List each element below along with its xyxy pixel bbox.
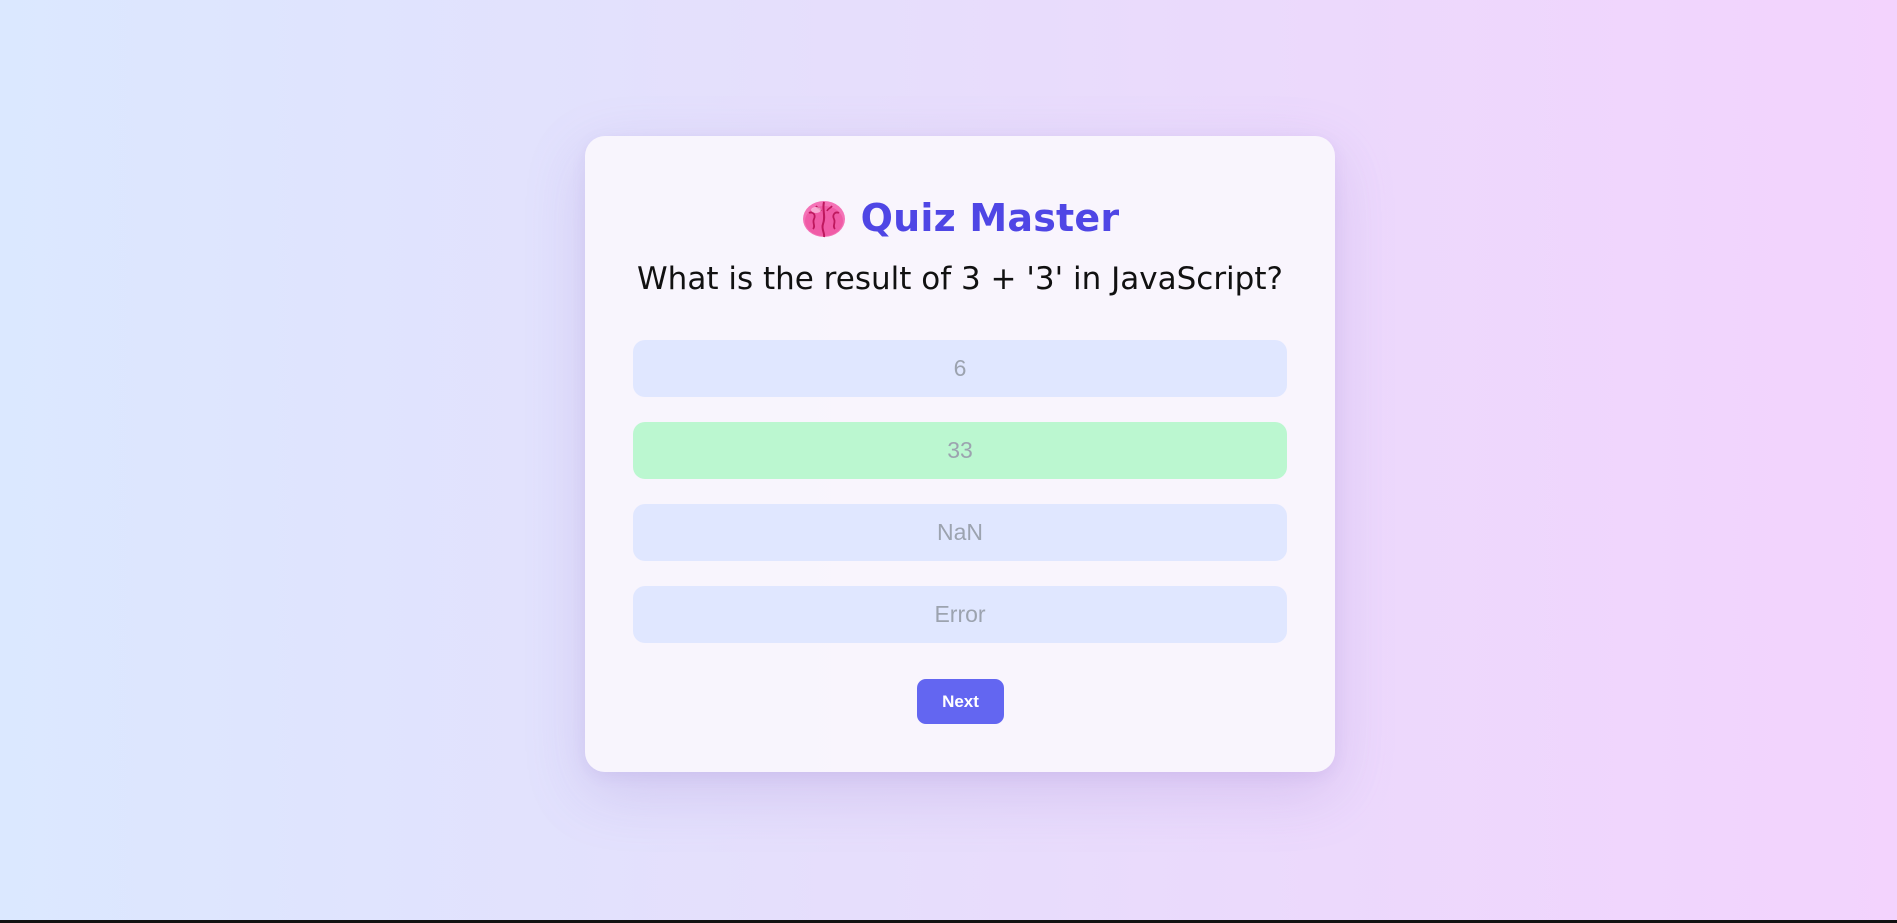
answer-option[interactable]: NaN	[633, 504, 1287, 561]
app-title: Quiz Master	[860, 196, 1120, 240]
title-row: Quiz Master	[585, 188, 1335, 248]
brain-icon	[801, 198, 847, 240]
answer-option[interactable]: Error	[633, 586, 1287, 643]
answer-options: 6 33 NaN Error	[633, 340, 1287, 668]
next-button[interactable]: Next	[917, 679, 1004, 724]
question-text: What is the result of 3 + '3' in JavaScr…	[637, 261, 1283, 297]
answer-option[interactable]: 6	[633, 340, 1287, 397]
quiz-card: Quiz Master What is the result of 3 + '3…	[585, 136, 1335, 772]
answer-option-correct[interactable]: 33	[633, 422, 1287, 479]
